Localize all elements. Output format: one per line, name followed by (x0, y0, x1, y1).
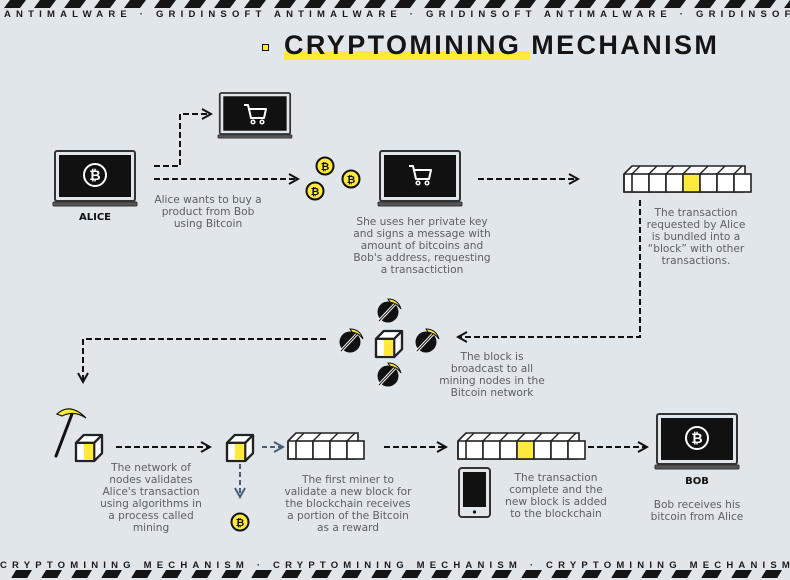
shop-laptop-cart-icon (217, 92, 293, 139)
caption-step-4: The block is broadcast to all mining nod… (434, 351, 550, 399)
caption-line: transactions. (661, 255, 731, 267)
chain-block (733, 173, 752, 193)
caption-line: mining nodes in the (439, 375, 545, 387)
caption-line: bitcoin from Alice (650, 511, 744, 523)
bob-laptop-icon (654, 413, 740, 470)
caption-line: as a reward (317, 522, 379, 534)
caption-line: nodes validates (109, 474, 193, 486)
chain-block (550, 440, 569, 460)
broadcast-cluster (338, 297, 441, 388)
caption-line: amount of bitcoins and (360, 240, 484, 252)
alice-label: ALICE (78, 212, 111, 223)
reward-blockchain-icon (287, 432, 365, 460)
alice-transaction-block (682, 173, 701, 193)
caption-step-5: The network of nodes validates Alice's t… (95, 462, 207, 534)
bitcoin-coins-icon (305, 156, 361, 201)
caption-line: a portion of the Bitcoin (287, 510, 409, 522)
caption-step-7: The transaction complete and the new blo… (500, 472, 612, 520)
broadcast-block-icon (374, 329, 404, 359)
chain-block (567, 440, 586, 460)
caption-line: The network of (111, 462, 191, 474)
caption-line: broadcast to all (450, 363, 534, 375)
alice-transaction-block (516, 440, 535, 460)
caption-step-1: Alice wants to buy a product from Bob us… (148, 194, 268, 230)
caption-line: to the blockchain (510, 508, 602, 520)
caption-line: mining (132, 522, 170, 534)
chain-block (499, 440, 518, 460)
caption-line: Alice's transaction (102, 486, 200, 498)
chain-block (329, 440, 348, 460)
caption-line: Bitcoin network (450, 387, 534, 399)
caption-line: Bob receives his (653, 499, 741, 511)
signing-laptop-cart-icon (377, 150, 463, 207)
chain-block (533, 440, 552, 460)
caption-line: new block is added (505, 496, 607, 508)
pending-blockchain-icon (623, 165, 752, 193)
mining-node-icon (338, 327, 365, 354)
caption-line: and signs a message with (353, 228, 491, 240)
caption-line: product from Bob (161, 206, 255, 218)
chain-block (482, 440, 501, 460)
mining-node-icon (414, 327, 441, 354)
arrow-broadcast-to-mining (83, 338, 326, 382)
chain-block (346, 440, 365, 460)
bob-label: BOB (685, 476, 709, 487)
caption-line: “block” with other (647, 243, 745, 255)
caption-step-2: She uses her private key and signs a mes… (350, 216, 494, 276)
caption-line: Alice wants to buy a (154, 194, 262, 206)
caption-line: requested by Alice (646, 219, 746, 231)
chain-block (716, 173, 735, 193)
caption-line: She uses her private key (356, 216, 488, 228)
caption-line: validate a new block for (284, 486, 412, 498)
mined-block-icon (74, 433, 104, 463)
caption-line: is bundled into a (651, 231, 741, 243)
caption-line: Bob's address, requesting (353, 252, 491, 264)
chain-block (295, 440, 314, 460)
caption-line: The block is (460, 351, 524, 363)
caption-line: using algorithms in (100, 498, 202, 510)
chain-block (648, 173, 667, 193)
caption-step-8: Bob receives his bitcoin from Alice (645, 499, 749, 523)
smartphone-icon (458, 467, 491, 518)
chain-block (631, 173, 650, 193)
caption-step-3: The transaction requested by Alice is bu… (644, 207, 748, 267)
caption-line: a transactiction (380, 264, 464, 276)
validated-block-icon (225, 433, 255, 463)
caption-line: The first miner to (302, 474, 394, 486)
chain-block (312, 440, 331, 460)
chain-block (665, 173, 684, 193)
alice-laptop-icon (52, 150, 138, 207)
reward-coin-icon (230, 512, 250, 532)
mining-node-icon (376, 297, 403, 324)
caption-line: The transaction (654, 207, 738, 219)
arrow-alice-to-shop (154, 114, 211, 167)
caption-line: the blockchain receives (285, 498, 411, 510)
caption-line: using Bitcoin (173, 218, 243, 230)
caption-line: complete and the (509, 484, 603, 496)
caption-step-6: The first miner to validate a new block … (275, 474, 421, 534)
caption-line: a process called (108, 510, 194, 522)
final-blockchain-icon (457, 432, 586, 460)
caption-line: The transaction (514, 472, 598, 484)
chain-block (699, 173, 718, 193)
mining-node-icon (376, 361, 403, 388)
chain-block (465, 440, 484, 460)
